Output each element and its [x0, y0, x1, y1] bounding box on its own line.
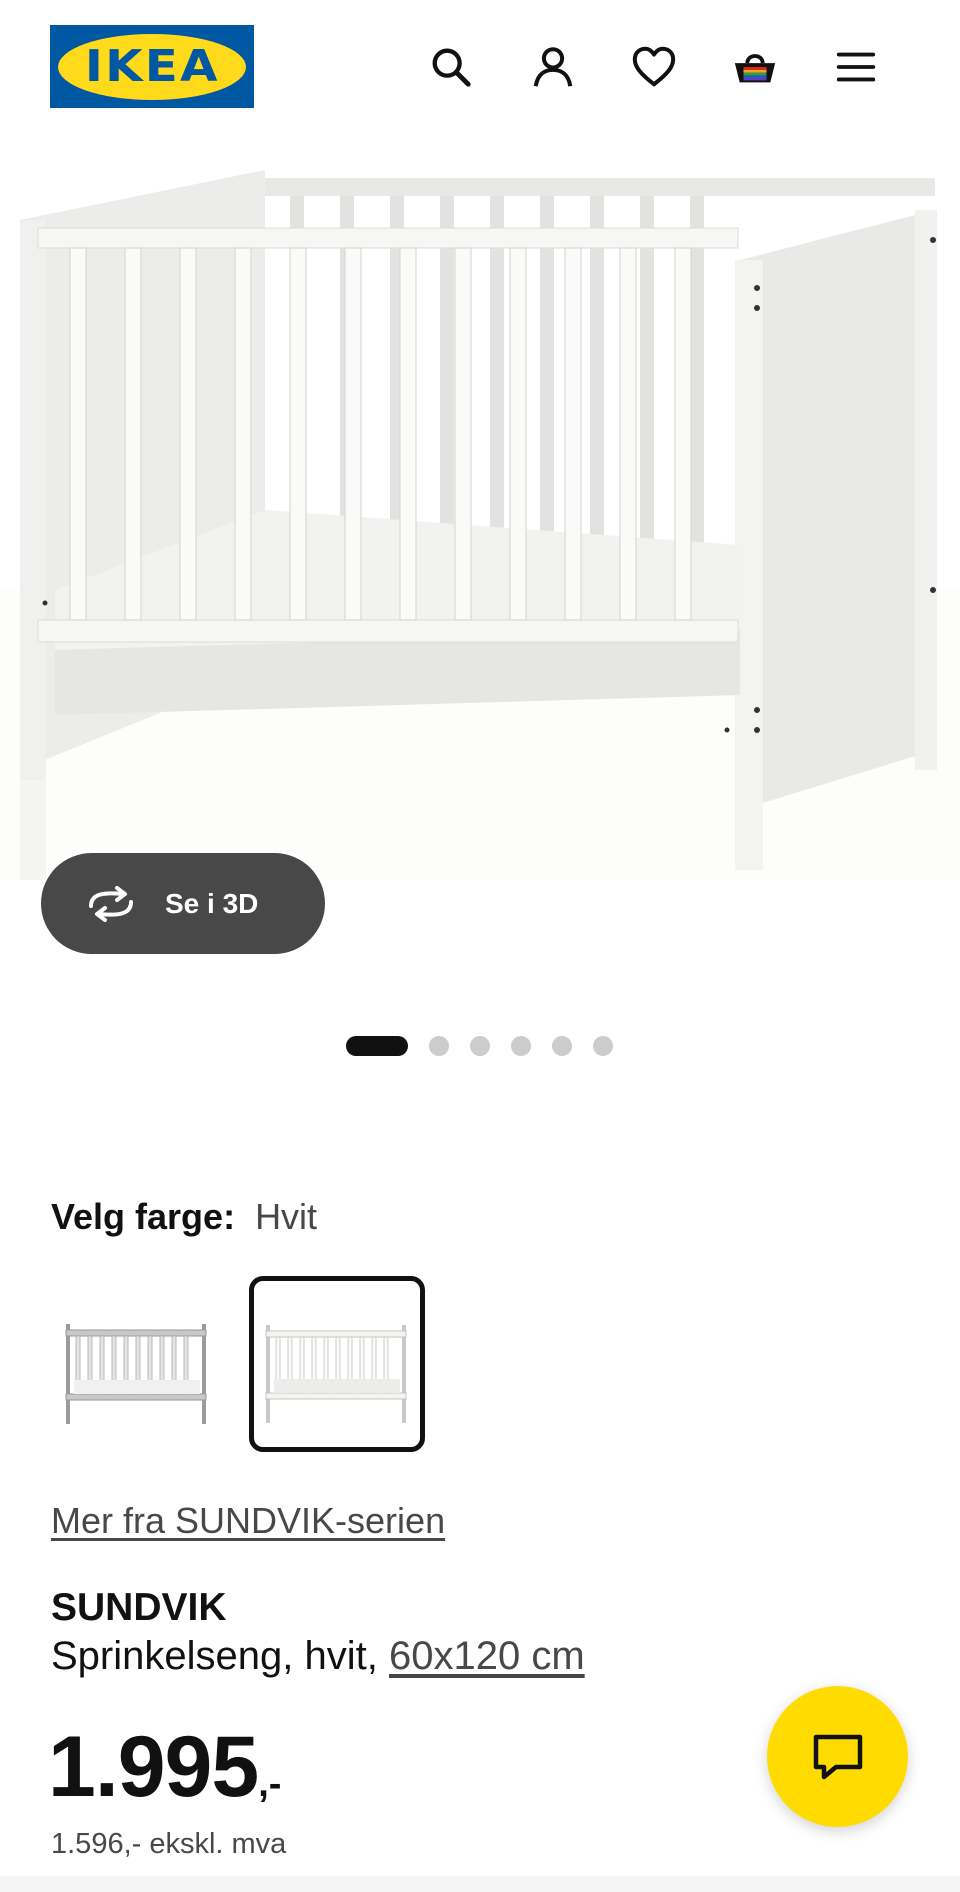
- gallery-pagination: [346, 1035, 634, 1057]
- series-link[interactable]: Mer fra SUNDVIK-serien: [51, 1500, 445, 1542]
- gallery-dot[interactable]: [511, 1036, 531, 1056]
- logo-text: IKEA: [84, 41, 220, 92]
- bottom-strip: [0, 1876, 960, 1892]
- rotate-3d-icon: [83, 884, 139, 924]
- product-image[interactable]: [0, 150, 960, 920]
- gallery-dot[interactable]: [552, 1036, 572, 1056]
- color-selection: Velg farge: Hvit: [51, 1196, 317, 1238]
- gallery-dot[interactable]: [593, 1036, 613, 1056]
- product-type: Sprinkelseng, hvit,: [51, 1634, 378, 1678]
- view-3d-button[interactable]: Se i 3D: [41, 853, 325, 954]
- color-value: Hvit: [255, 1196, 318, 1237]
- gallery-dot[interactable]: [429, 1036, 449, 1056]
- price-value: 1.995: [48, 1719, 259, 1815]
- user-icon[interactable]: [526, 40, 580, 94]
- product-description: Sprinkelseng, hvit, 60x120 cm: [51, 1634, 585, 1679]
- gallery-dot[interactable]: [470, 1036, 490, 1056]
- heart-icon[interactable]: [627, 40, 681, 94]
- ikea-logo[interactable]: IKEA: [50, 25, 254, 108]
- product-name: SUNDVIK: [51, 1586, 227, 1629]
- gallery-dot[interactable]: [346, 1036, 408, 1056]
- product-size-link[interactable]: 60x120 cm: [389, 1634, 585, 1678]
- price-suffix: ,-: [258, 1763, 282, 1805]
- search-icon[interactable]: [424, 40, 478, 94]
- price-ex-vat: 1.596,- ekskl. mva: [51, 1828, 287, 1860]
- site-header: IKEA: [0, 0, 960, 140]
- view-3d-label: Se i 3D: [165, 887, 259, 919]
- chat-button[interactable]: [767, 1686, 908, 1827]
- logo-oval: IKEA: [58, 33, 246, 100]
- color-option-white[interactable]: [249, 1276, 425, 1452]
- menu-icon[interactable]: [829, 40, 883, 94]
- color-label: Velg farge:: [51, 1196, 236, 1237]
- color-option-grey[interactable]: [52, 1276, 228, 1452]
- product-page: IKEA Se i 3D Velg farge: Hvit Mer fra SU…: [0, 0, 960, 1892]
- product-price: 1.995 ,-: [48, 1718, 281, 1817]
- basket-icon[interactable]: [728, 40, 782, 94]
- chat-bubble-icon: [813, 1734, 862, 1779]
